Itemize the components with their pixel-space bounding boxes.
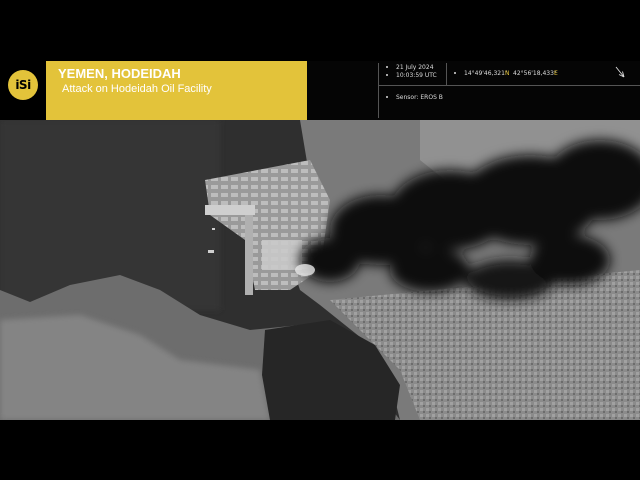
ship bbox=[212, 228, 215, 230]
ship bbox=[208, 250, 214, 253]
satellite-image bbox=[0, 120, 640, 420]
info-bullet bbox=[386, 74, 388, 76]
latitude-value: 14°49'46,321" bbox=[464, 70, 508, 77]
info-divider-left bbox=[378, 63, 379, 118]
info-bullet bbox=[386, 66, 388, 68]
north-arrow-icon bbox=[612, 64, 628, 80]
page-title: YEMEN, HODEIDAH bbox=[58, 66, 181, 81]
bottom-border bbox=[0, 420, 640, 480]
longitude-value: 42°56'18,433" bbox=[513, 70, 557, 77]
page-subtitle: Attack on Hodeidah Oil Facility bbox=[62, 83, 212, 95]
isi-logo: iSi bbox=[8, 70, 38, 100]
info-divider-mid bbox=[446, 63, 447, 85]
latitude-direction: N bbox=[505, 70, 510, 77]
date-label: 21 July 2024 bbox=[396, 64, 434, 71]
fire-source bbox=[295, 264, 315, 276]
info-divider-horizontal bbox=[378, 85, 640, 86]
time-label: 10:03:59 UTC bbox=[396, 72, 437, 79]
info-bullet bbox=[386, 96, 388, 98]
sensor-label: Sensor: EROS B bbox=[396, 94, 443, 101]
longitude-direction: E bbox=[554, 70, 558, 77]
info-bullet bbox=[454, 72, 456, 74]
